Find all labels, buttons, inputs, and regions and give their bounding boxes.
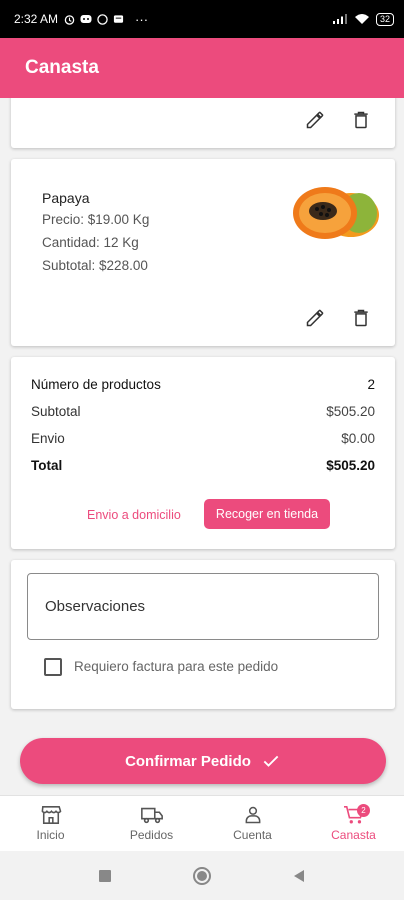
person-icon [245,806,260,824]
nav-item-cuenta[interactable]: Cuenta [202,796,303,851]
battery-icon: 32 [375,12,394,26]
num-products-label: Número de productos [31,377,161,392]
invoice-checkbox[interactable] [44,658,62,676]
status-bar: 2:32 AM ··· 32 [0,0,404,38]
nav-label-canasta: Canasta [331,828,376,842]
confirm-order-button[interactable]: Confirmar Pedido [20,738,386,784]
status-system-icons: 32 [332,12,394,26]
bottom-navigation: Inicio Pedidos Cuenta 2 Canasta [0,795,404,851]
page-title: Canasta [25,57,99,78]
home-delivery-option[interactable]: Envio a domicilio [87,508,181,522]
summary-row-shipping: Envio $0.00 [31,431,375,446]
app-bar: Canasta [0,38,404,98]
product-price: Precio: $19.00 Kg [42,212,150,227]
product-actions [303,108,373,132]
discord-icon [80,15,92,23]
status-notification-icons: ··· [64,12,148,27]
summary-row-subtotal: Subtotal $505.20 [31,404,375,419]
more-notifications-icon: ··· [135,11,149,27]
delete-icon[interactable] [349,306,373,330]
product-quantity: Cantidad: 12 Kg [42,235,139,250]
nav-item-inicio[interactable]: Inicio [0,796,101,851]
wifi-icon [354,14,369,24]
nav-item-pedidos[interactable]: Pedidos [101,796,202,851]
papaya-image [293,187,379,239]
back-icon[interactable] [292,869,306,883]
cart-badge: 2 [357,804,370,817]
cart-content[interactable]: Papaya Precio: $19.00 Kg Cantidad: 12 Kg… [0,98,404,795]
total-label: Total [31,458,63,473]
order-summary-card: Número de productos 2 Subtotal $505.20 E… [11,357,395,549]
delete-icon[interactable] [349,108,373,132]
whatsapp-icon [97,13,108,25]
nav-label-cuenta: Cuenta [233,828,272,842]
store-pickup-button[interactable]: Recoger en tienda [204,499,330,529]
subtotal-label: Subtotal [31,404,81,419]
shipping-value: $0.00 [341,431,375,446]
nav-label-inicio: Inicio [36,828,65,842]
product-card: Papaya Precio: $19.00 Kg Cantidad: 12 Kg… [11,159,395,346]
nav-label-pedidos: Pedidos [129,828,174,842]
check-icon [263,755,279,767]
product-card-previous [11,98,395,148]
system-navigation-bar [0,851,404,900]
signal-icon [332,14,347,24]
nav-item-canasta[interactable]: 2 Canasta [303,796,404,851]
status-time: 2:32 AM [14,12,59,26]
message-icon [113,14,124,23]
confirm-order-label: Confirmar Pedido [125,752,251,770]
summary-row-num-products: Número de productos 2 [31,377,375,392]
store-icon [41,806,61,824]
total-value: $505.20 [326,458,375,473]
product-actions [303,306,373,330]
observations-card: Observaciones Requiero factura para este… [11,560,395,709]
truck-icon [140,807,163,824]
edit-icon[interactable] [303,306,327,330]
product-name: Papaya [42,190,90,206]
product-subtotal: Subtotal: $228.00 [42,258,148,273]
invoice-checkbox-label: Requiero factura para este pedido [74,659,279,674]
subtotal-value: $505.20 [326,404,375,419]
observations-input[interactable]: Observaciones [27,573,379,640]
alarm-icon [64,14,75,25]
home-icon[interactable] [192,866,212,886]
num-products-value: 2 [367,377,375,392]
shipping-label: Envio [31,431,65,446]
recents-icon[interactable] [98,869,112,883]
edit-icon[interactable] [303,108,327,132]
summary-row-total: Total $505.20 [31,458,375,473]
